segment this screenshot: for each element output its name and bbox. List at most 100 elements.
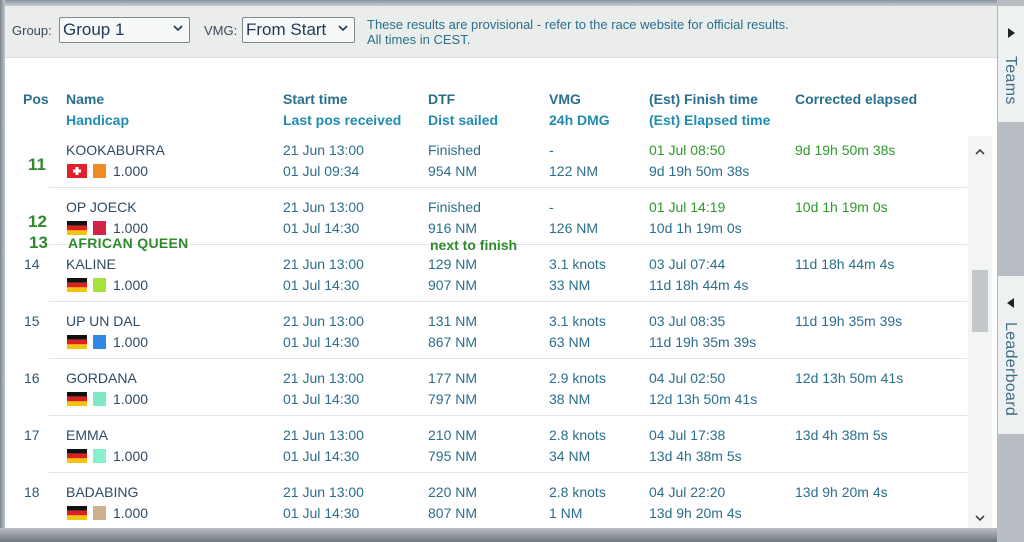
row-pos: 17 [24,427,40,443]
table-row[interactable]: 15 UP UN DAL 21 Jun 13:00 01 Jul 14:30 131 N… [5,307,997,364]
row-elapsed-time: 10d 1h 19m 0s [649,220,742,236]
provisional-note: These results are provisional - refer to… [367,17,789,47]
vmg-select[interactable]: From Start [242,17,355,43]
row-boat-name[interactable]: KOOKABURRA [66,142,165,158]
row-boat-name[interactable]: UP UN DAL [66,313,140,329]
row-boat-name[interactable]: BADABING [66,484,138,500]
table-row[interactable]: 16 GORDANA 21 Jun 13:00 01 Jul 14:30 177 NM 7… [5,364,997,421]
row-flags: 1.000 [67,220,148,236]
col-start-time[interactable]: Start time [283,91,348,107]
col-dmg[interactable]: 24h DMG [549,112,610,128]
row-flags: 1.000 [67,334,148,350]
row-start-time: 21 Jun 13:00 [283,370,364,386]
row-dist-sailed: 807 NM [428,505,478,521]
row-start-time: 21 Jun 13:00 [283,427,364,443]
row-last-pos: 01 Jul 14:30 [283,220,360,236]
row-start-time: 21 Jun 13:00 [283,199,364,215]
row-finish-time: 04 Jul 02:50 [649,370,726,386]
row-dmg: 126 NM [549,220,599,236]
row-start-time: 21 Jun 13:00 [283,313,364,329]
row-dtf: Finished [428,142,481,158]
results-panel: Group: Group 1 VMG: From Start These res… [5,6,997,528]
row-dmg: 1 NM [549,505,583,521]
row-pos: 16 [24,370,40,386]
scroll-down-arrow-icon[interactable] [972,510,988,526]
row-last-pos: 01 Jul 14:30 [283,334,360,350]
row-flags: 1.000 [67,448,148,464]
tab-teams-label: Teams [1002,56,1019,105]
provisional-note-line2: All times in CEST. [367,32,471,47]
scrollbar-thumb[interactable] [972,270,988,332]
boat-color-swatch [93,164,106,178]
row-boat-name[interactable]: OP JOECK [66,199,137,215]
tab-leaderboard[interactable]: Leaderboard [997,276,1024,434]
row-dmg: 33 NM [549,277,591,293]
row-dist-sailed: 954 NM [428,163,478,179]
row-divider [49,187,967,188]
row-dtf: 129 NM [428,256,478,272]
row-boat-name[interactable]: EMMA [66,427,108,443]
row-divider [49,358,967,359]
row-finish-time: 04 Jul 17:38 [649,427,726,443]
scroll-up-arrow-icon[interactable] [972,144,988,160]
row-vmg: - [549,199,554,215]
table-row[interactable]: 11 KOOKABURRA 21 Jun 13:00 01 Jul 09:34 Fini… [5,136,997,193]
german-flag-icon [67,278,87,293]
chevron-left-icon [1005,296,1017,308]
boat-color-swatch [93,449,106,463]
col-finish-time[interactable]: (Est) Finish time [649,91,758,107]
row-finish-time: 03 Jul 08:35 [649,313,726,329]
window-frame-bottom [0,528,1024,542]
row-dist-sailed: 795 NM [428,448,478,464]
row-finish-time: 03 Jul 07:44 [649,256,726,272]
row-corrected-elapsed: 11d 19h 35m 39s [795,313,903,329]
german-flag-icon [67,221,87,236]
col-last-pos[interactable]: Last pos received [283,112,401,128]
next-to-finish-annotation: next to finish [430,237,518,253]
row-dist-sailed: 867 NM [428,334,478,350]
row-flags: 1.000 [67,505,148,521]
tab-teams[interactable]: Teams [997,6,1024,122]
col-elapsed-time[interactable]: (Est) Elapsed time [649,112,770,128]
boat-color-swatch [93,335,106,349]
row-divider [49,301,967,302]
table-row[interactable]: 18 BADABING 21 Jun 13:00 01 Jul 14:30 220 NM… [5,478,997,535]
row-dist-sailed: 797 NM [428,391,478,407]
row-pos: 14 [24,256,40,272]
col-name[interactable]: Name [66,91,104,107]
row-flags: 1.000 [67,163,148,179]
row-boat-name[interactable]: KALINE [66,256,116,272]
row-pos: 15 [24,313,40,329]
chevron-down-icon [337,22,349,34]
row-handicap: 1.000 [113,220,149,236]
row-corrected-elapsed: 13d 4h 38m 5s [795,427,888,443]
row-elapsed-time: 11d 19h 35m 39s [649,334,757,350]
row-corrected-elapsed: 10d 1h 19m 0s [795,199,888,215]
row-vmg: 3.1 knots [549,313,606,329]
row-elapsed-time: 12d 13h 50m 41s [649,391,758,407]
col-handicap[interactable]: Handicap [66,112,129,128]
row-flags: 1.000 [67,391,148,407]
col-dtf[interactable]: DTF [428,91,455,107]
group-select-value: Group 1 [63,20,125,39]
row-pos: 12 [28,212,47,231]
col-vmg[interactable]: VMG [549,91,581,107]
row-elapsed-time: 11d 18h 44m 4s [649,277,749,293]
col-corrected-elapsed[interactable]: Corrected elapsed [795,91,917,107]
table-row[interactable]: 14 KALINE 21 Jun 13:00 01 Jul 14:30 129 NM 90… [5,250,997,307]
row-last-pos: 01 Jul 09:34 [283,163,360,179]
row-boat-name[interactable]: GORDANA [66,370,137,386]
row-dtf: 177 NM [428,370,478,386]
scrollbar[interactable] [968,136,992,528]
col-pos[interactable]: Pos [23,91,49,107]
group-select[interactable]: Group 1 [59,17,190,43]
chevron-right-icon [1005,26,1017,38]
row-start-time: 21 Jun 13:00 [283,142,364,158]
row-dist-sailed: 916 NM [428,220,478,236]
row-elapsed-time: 13d 9h 20m 4s [649,505,742,521]
col-dist-sailed[interactable]: Dist sailed [428,112,498,128]
table-row[interactable]: 17 EMMA 21 Jun 13:00 01 Jul 14:30 210 NM 795 … [5,421,997,478]
row-vmg: - [549,142,554,158]
tab-leaderboard-label: Leaderboard [1002,322,1019,417]
boat-color-swatch [93,392,106,406]
